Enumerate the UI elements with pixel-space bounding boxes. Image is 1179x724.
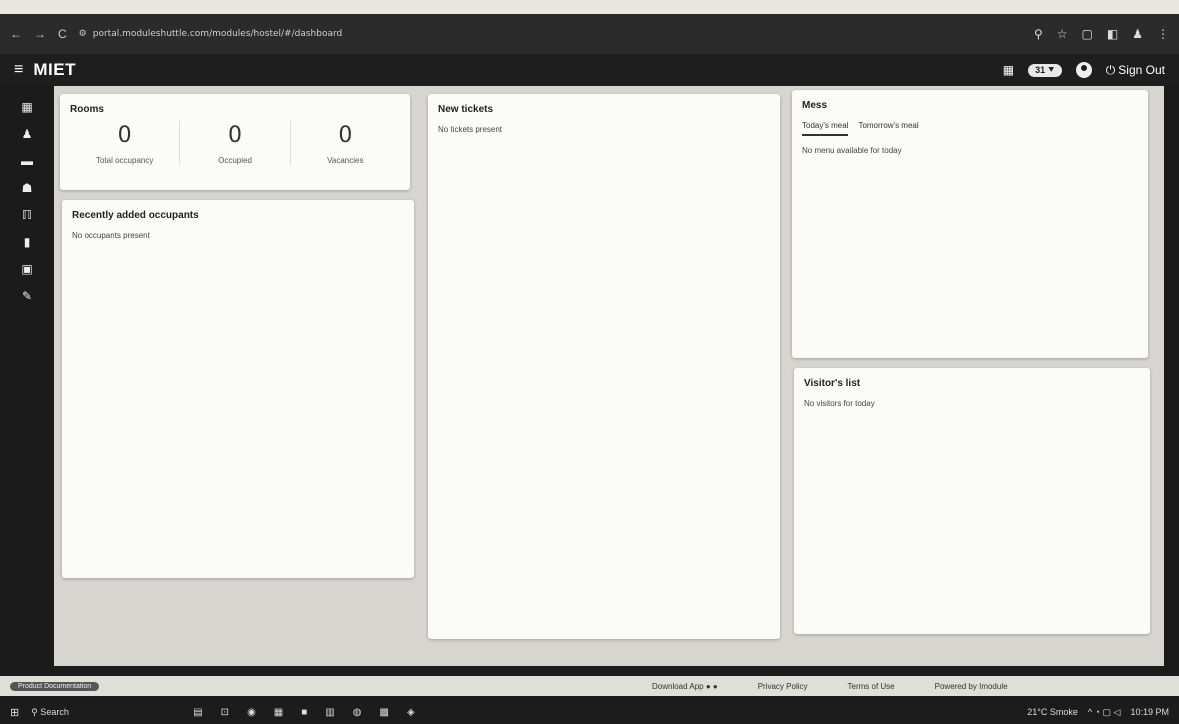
site-info-icon[interactable]: ⚙ (79, 29, 87, 39)
taskbar-app-icon[interactable]: ▩ (379, 707, 388, 718)
forward-icon[interactable]: → (34, 27, 46, 41)
recent-occupants-card: Recently added occupants No occupants pr… (62, 200, 414, 578)
sidebar-dashboard-icon[interactable]: ▦ (16, 100, 38, 114)
new-tickets-empty: No tickets present (438, 125, 503, 134)
sidebar-mess-icon[interactable]: ℿ (16, 208, 38, 222)
weather-widget[interactable]: 21°C Smoke (1027, 707, 1078, 718)
reload-icon[interactable]: C (58, 27, 67, 41)
extensions-icon[interactable]: ▢ (1082, 27, 1093, 41)
stat-label: Total occupancy (95, 156, 154, 165)
tab-tomorrows-meal[interactable]: Tomorrow's meal (858, 121, 918, 136)
taskbar-app-icon[interactable]: ⊡ (221, 707, 229, 718)
new-tickets-card: New tickets No tickets present (428, 94, 780, 639)
system-tray: 21°C Smoke ^ ◔ ▢ ◁ 10:19 PM (1027, 707, 1169, 718)
visitors-card: Visitor's list No visitors for today (794, 368, 1150, 634)
back-icon[interactable]: ← (10, 27, 22, 41)
taskbar-app-icon[interactable]: ◈ (407, 707, 415, 718)
profile-icon[interactable]: ♟ (1132, 27, 1143, 41)
header-actions: ▦ 31 ⯆ ⏻ Sign Out (1003, 62, 1165, 78)
taskbar-app-icon[interactable]: ▦ (274, 707, 283, 718)
session-pill[interactable]: 31 ⯆ (1028, 63, 1062, 77)
app-header: ≡ MIET ▦ 31 ⯆ ⏻ Sign Out (0, 54, 1179, 86)
product-documentation-button[interactable]: Product Documentation (10, 681, 100, 691)
stat-value: 0 (117, 123, 132, 148)
apps-grid-icon[interactable]: ▦ (1003, 63, 1014, 77)
sidepanel-icon[interactable]: ◧ (1107, 27, 1118, 41)
recent-occupants-empty: No occupants present (72, 231, 150, 240)
footer-links: Download App ● ● Privacy Policy Terms of… (652, 682, 1162, 691)
taskbar-apps: ▤ ⊡ ◉ ▦ ■ ▥ ◍ ▩ ◈ (193, 707, 414, 718)
sidebar-food-icon[interactable]: ☗ (16, 181, 38, 195)
zoom-icon[interactable]: ⚲ (1034, 27, 1043, 41)
taskbar-app-icon[interactable]: ■ (301, 707, 307, 718)
sidebar-library-icon[interactable]: ▮ (16, 235, 38, 249)
terms-of-use-link[interactable]: Terms of Use (848, 682, 895, 691)
sidebar: ▦ ♟ ▬ ☗ ℿ ▮ ▣ ✎ (0, 86, 54, 686)
sidebar-visitor-icon[interactable]: ▣ (16, 262, 38, 276)
new-tickets-title: New tickets (438, 104, 494, 115)
dashboard-content: Rooms 0 Total occupancy 0 Occupied 0 Vac… (54, 86, 1164, 666)
stat-value: 0 (338, 123, 353, 148)
account-avatar-icon[interactable] (1075, 62, 1092, 78)
stat-vacancies: 0 Vacancies (289, 121, 400, 165)
sign-out-button[interactable]: ⏻ Sign Out (1106, 63, 1165, 78)
recent-occupants-title: Recently added occupants (72, 210, 199, 221)
hamburger-menu-icon[interactable]: ≡ (14, 61, 23, 79)
os-taskbar: ⊞ ⚲ Search ▤ ⊡ ◉ ▦ ■ ▥ ◍ ▩ ◈ 21°C Smoke … (0, 700, 1179, 724)
sidebar-edit-icon[interactable]: ✎ (16, 289, 38, 303)
bookmark-star-icon[interactable]: ☆ (1057, 27, 1068, 41)
browser-nav: ← → C (10, 27, 67, 41)
privacy-policy-link[interactable]: Privacy Policy (758, 682, 808, 691)
brand-title: MIET (33, 60, 76, 79)
rooms-title: Rooms (70, 104, 104, 115)
windows-start-icon[interactable]: ⊞ (10, 706, 19, 719)
taskbar-search[interactable]: ⚲ Search (31, 707, 181, 718)
taskbar-app-icon[interactable]: ◍ (353, 707, 362, 718)
sidebar-bed-icon[interactable]: ▬ (16, 154, 38, 168)
page-footer: Product Documentation Download App ● ● P… (0, 676, 1179, 696)
mess-tabs: Today's meal Tomorrow's meal (802, 121, 1138, 136)
powered-by-link[interactable]: Powered by Imodule (935, 682, 1008, 691)
kebab-menu-icon[interactable]: ⋮ (1157, 27, 1169, 41)
download-app-link[interactable]: Download App ● ● (652, 682, 718, 691)
mess-title: Mess (802, 100, 828, 111)
sign-out-label: Sign Out (1118, 63, 1165, 77)
visitors-title: Visitor's list (804, 378, 861, 389)
tab-todays-meal[interactable]: Today's meal (802, 121, 849, 136)
power-icon: ⏻ (1105, 62, 1116, 77)
stat-label: Occupied (218, 156, 252, 165)
photo-top-margin (0, 0, 1179, 14)
taskbar-app-icon[interactable]: ▥ (325, 707, 334, 718)
browser-actions: ⚲ ☆ ▢ ◧ ♟ ⋮ (1034, 27, 1169, 41)
mess-empty: No menu available for today (802, 146, 902, 155)
stat-label: Vacancies (327, 156, 364, 165)
mess-card: Mess Today's meal Tomorrow's meal No men… (792, 90, 1148, 358)
address-bar[interactable]: ⚙ portal.moduleshuttle.com/modules/hoste… (79, 29, 1022, 39)
stat-value: 0 (227, 123, 242, 148)
stat-occupied: 0 Occupied (179, 121, 289, 165)
sidebar-user-icon[interactable]: ♟ (16, 127, 38, 141)
tray-icons[interactable]: ^ ◔ ▢ ◁ (1088, 707, 1121, 718)
browser-toolbar: ← → C ⚙ portal.moduleshuttle.com/modules… (0, 14, 1179, 54)
url-text[interactable]: portal.moduleshuttle.com/modules/hostel/… (93, 29, 343, 39)
visitors-empty: No visitors for today (804, 399, 875, 408)
rooms-card: Rooms 0 Total occupancy 0 Occupied 0 Vac… (60, 94, 410, 190)
taskbar-app-icon[interactable]: ▤ (193, 707, 202, 718)
rooms-stats: 0 Total occupancy 0 Occupied 0 Vacancies (70, 121, 400, 165)
taskbar-app-icon[interactable]: ◉ (247, 707, 256, 718)
clock[interactable]: 10:19 PM (1130, 707, 1169, 718)
stat-total-occupancy: 0 Total occupancy (70, 121, 179, 165)
